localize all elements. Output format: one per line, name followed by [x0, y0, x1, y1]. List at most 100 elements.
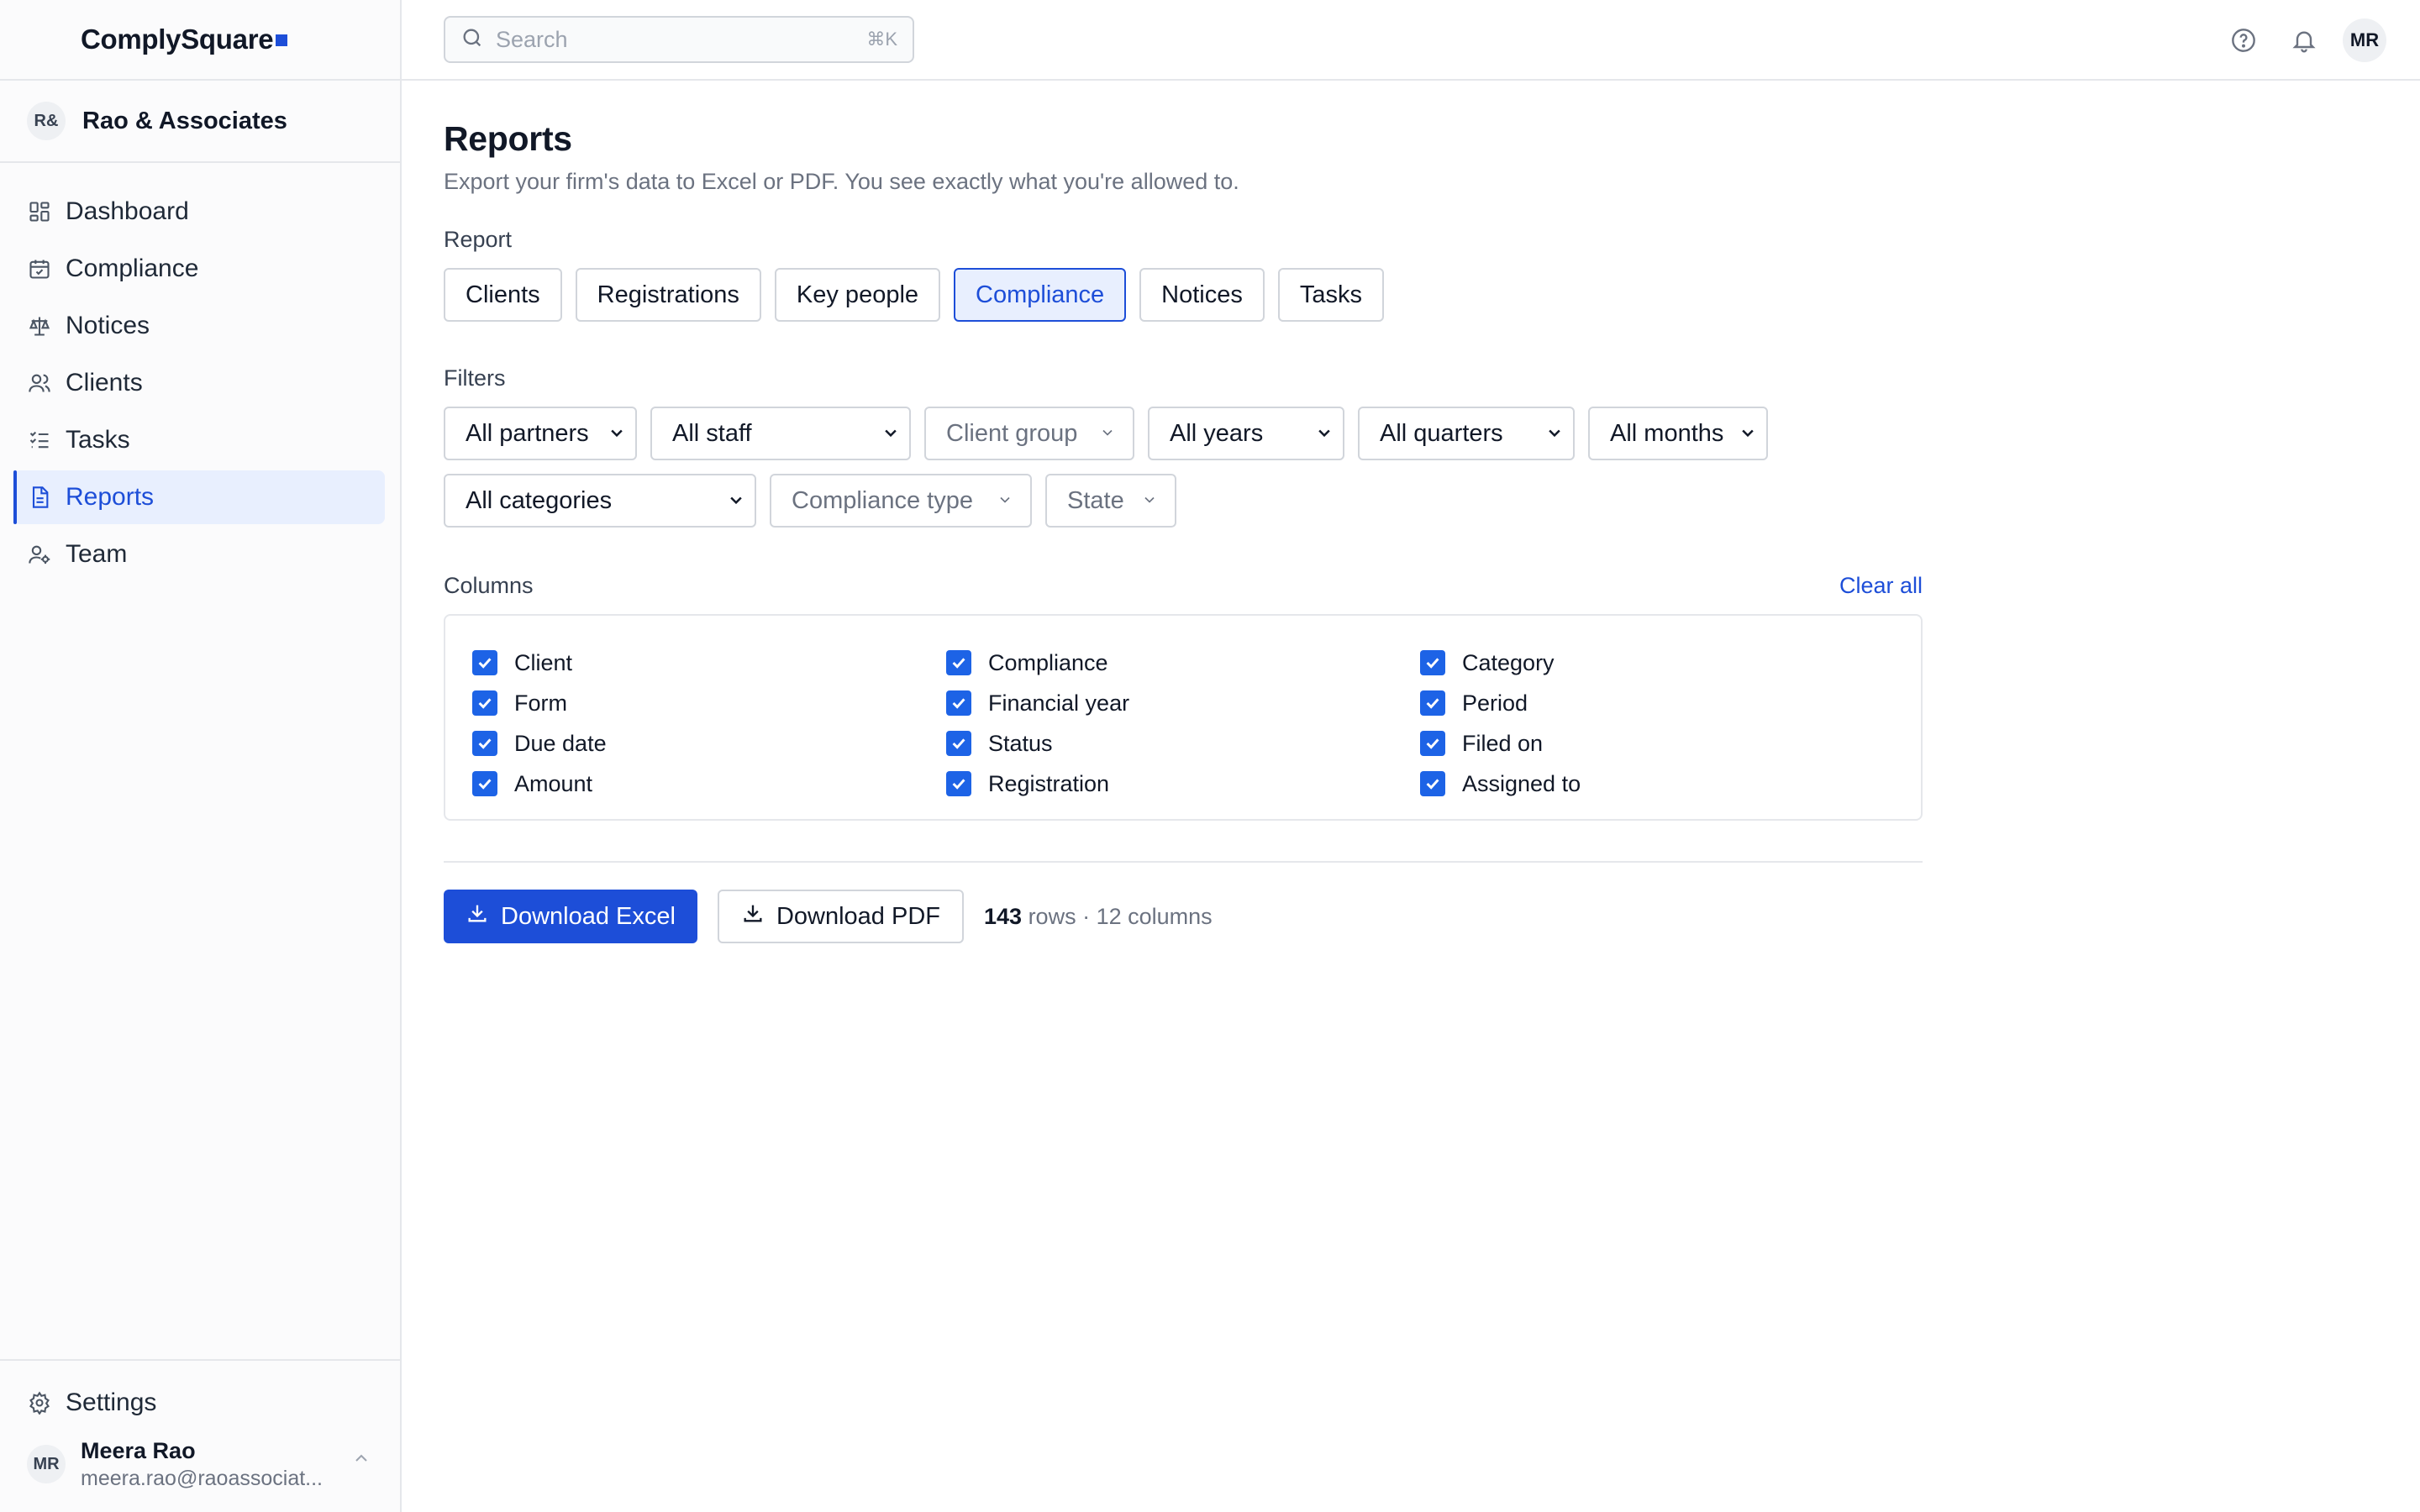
column-option[interactable]: Period — [1420, 683, 1894, 723]
sidebar-item-dashboard[interactable]: Dashboard — [13, 185, 385, 239]
main: Search ⌘K MR Reports Export your firm's … — [402, 0, 2420, 1512]
quarter-select[interactable]: All quarters — [1358, 407, 1575, 460]
tab-clients[interactable]: Clients — [444, 268, 562, 322]
tab-compliance[interactable]: Compliance — [954, 268, 1127, 322]
sidebar-item-label: Dashboard — [66, 197, 189, 225]
column-option[interactable]: Registration — [946, 764, 1420, 804]
search-input[interactable]: Search ⌘K — [444, 16, 914, 63]
checkbox[interactable] — [472, 690, 497, 716]
column-label: Assigned to — [1462, 770, 1581, 796]
column-option[interactable]: Financial year — [946, 683, 1420, 723]
export-summary: 143 rows · 12 columns — [984, 904, 1213, 930]
category-select[interactable]: All categories — [444, 474, 756, 528]
checkbox[interactable] — [946, 771, 971, 796]
sidebar-item-tasks[interactable]: Tasks — [13, 413, 385, 467]
client-group-picker[interactable]: Client group — [924, 407, 1134, 460]
search-placeholder: Search — [496, 26, 568, 52]
sidebar-item-settings[interactable]: Settings — [13, 1376, 385, 1430]
column-group: Category Period Filed on Assigned to — [1420, 643, 1894, 819]
sidebar-item-label: Tasks — [66, 426, 130, 454]
partner-select-value: All partners — [466, 419, 589, 447]
gear-icon — [27, 1390, 52, 1415]
compliance-type-label: Compliance type — [792, 486, 973, 514]
compliance-type-picker[interactable]: Compliance type — [770, 474, 1032, 528]
chevron-down-icon — [608, 420, 625, 448]
checkbox[interactable] — [1420, 650, 1445, 675]
sidebar-nav: Dashboard Compliance Notices Clients Tas… — [0, 163, 400, 581]
checkbox[interactable] — [1420, 731, 1445, 756]
checkbox[interactable] — [472, 771, 497, 796]
column-option[interactable]: Status — [946, 723, 1420, 764]
divider — [444, 861, 1923, 863]
sidebar-item-label: Notices — [66, 312, 150, 339]
brand-mark-icon — [276, 34, 288, 46]
user-email: meera.rao@raoassociat... — [81, 1467, 324, 1490]
avatar[interactable]: MR — [2343, 18, 2386, 62]
filters-label: Filters — [444, 365, 506, 391]
tab-tasks[interactable]: Tasks — [1277, 268, 1385, 322]
year-select[interactable]: All years — [1148, 407, 1344, 460]
sidebar-item-label: Compliance — [66, 255, 199, 282]
column-group: Client Form Due date Amount — [472, 643, 946, 819]
sidebar-item-notices[interactable]: Notices — [13, 299, 385, 353]
team-icon — [27, 542, 52, 567]
sidebar-item-compliance[interactable]: Compliance — [13, 242, 385, 296]
sidebar-footer: Settings MR Meera Rao meera.rao@raoassoc… — [0, 1359, 400, 1512]
column-option[interactable]: Category — [1420, 643, 1894, 683]
sidebar-item-clients[interactable]: Clients — [13, 356, 385, 410]
year-select-value: All years — [1170, 419, 1264, 447]
brand-name: ComplySquare — [81, 24, 274, 55]
clear-all-link[interactable]: Clear all — [1839, 573, 1923, 599]
search-icon — [460, 26, 484, 54]
user-menu[interactable]: MR Meera Rao meera.rao@raoassociat... — [0, 1436, 400, 1492]
scale-icon — [27, 313, 52, 339]
sidebar: ComplySquare R& Rao & Associates Dashboa… — [0, 0, 402, 1512]
chevron-down-icon — [1099, 420, 1116, 448]
download-icon — [741, 901, 765, 932]
row-count-suffix: rows · 12 columns — [1028, 903, 1213, 929]
checkbox[interactable] — [472, 731, 497, 756]
checkbox[interactable] — [1420, 771, 1445, 796]
partner-select[interactable]: All partners — [444, 407, 637, 460]
column-option[interactable]: Due date — [472, 723, 946, 764]
column-option[interactable]: Client — [472, 643, 946, 683]
sidebar-item-team[interactable]: Team — [13, 528, 385, 581]
month-select[interactable]: All months — [1588, 407, 1768, 460]
column-option[interactable]: Compliance — [946, 643, 1420, 683]
org-switcher[interactable]: R& Rao & Associates — [0, 81, 400, 163]
checkbox[interactable] — [946, 731, 971, 756]
download-excel-button[interactable]: Download Excel — [444, 890, 697, 943]
chevron-down-icon — [882, 420, 899, 448]
bell-icon[interactable] — [2282, 18, 2326, 62]
brand[interactable]: ComplySquare — [0, 0, 400, 81]
help-icon[interactable] — [2222, 18, 2265, 62]
column-option[interactable]: Form — [472, 683, 946, 723]
checkbox[interactable] — [472, 650, 497, 675]
column-option[interactable]: Filed on — [1420, 723, 1894, 764]
column-label: Form — [514, 690, 567, 716]
staff-select[interactable]: All staff — [650, 407, 911, 460]
month-select-value: All months — [1610, 419, 1724, 447]
topbar-actions: MR — [2205, 18, 2386, 62]
app-shell: ComplySquare R& Rao & Associates Dashboa… — [0, 0, 2420, 1512]
column-option[interactable]: Amount — [472, 764, 946, 804]
chevron-down-icon — [1546, 420, 1563, 448]
avatar: MR — [27, 1445, 66, 1483]
download-pdf-button[interactable]: Download PDF — [717, 890, 964, 943]
checkbox[interactable] — [946, 650, 971, 675]
checkbox[interactable] — [946, 690, 971, 716]
tab-registrations[interactable]: Registrations — [575, 268, 761, 322]
column-option[interactable]: Assigned to — [1420, 764, 1894, 804]
state-picker[interactable]: State — [1045, 474, 1176, 528]
column-label: Registration — [988, 770, 1110, 796]
sidebar-item-label: Clients — [66, 369, 143, 396]
tab-key-people[interactable]: Key people — [774, 268, 941, 322]
tab-notices[interactable]: Notices — [1139, 268, 1265, 322]
column-label: Client — [514, 649, 573, 675]
sidebar-item-label: Reports — [66, 483, 155, 511]
page-title: Reports — [444, 119, 572, 158]
sidebar-item-reports[interactable]: Reports — [13, 470, 385, 524]
calendar-icon — [27, 256, 52, 281]
chevron-up-icon[interactable] — [351, 1448, 371, 1473]
checkbox[interactable] — [1420, 690, 1445, 716]
